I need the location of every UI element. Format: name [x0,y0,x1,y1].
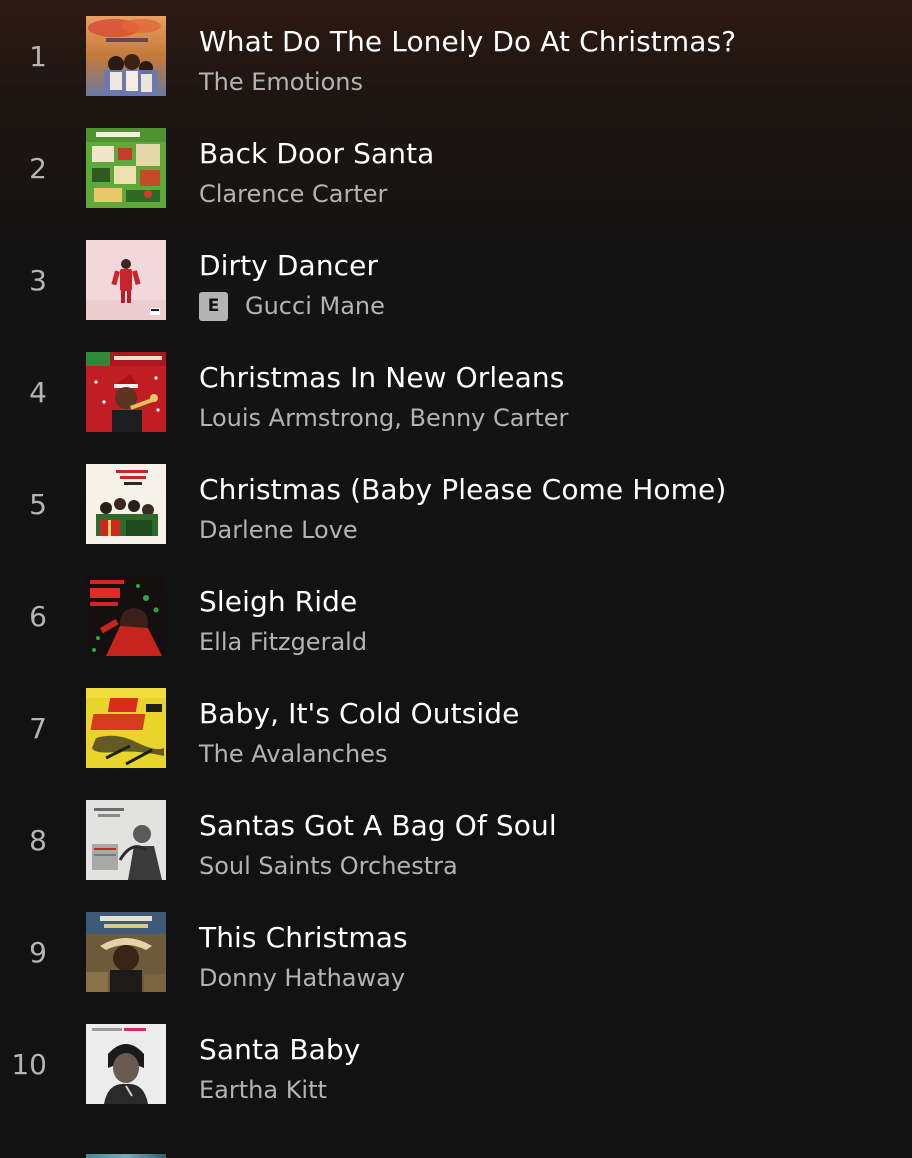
track-artist[interactable]: Clarence Carter [199,178,387,210]
track-number: 2 [29,152,47,185]
track-number: 8 [29,824,47,857]
track-artist-line: Soul Saints Orchestra [199,850,458,882]
track-artist[interactable]: Louis Armstrong, Benny Carter [199,402,568,434]
tracklist: 1 What Do The Lonely Do At Christmas? Th… [0,0,912,1158]
track-row-3[interactable]: 3 Dirty Dancer E Gucci Mane [0,224,912,336]
track-artist-line: Louis Armstrong, Benny Carter [199,402,568,434]
track-artist-line: Darlene Love [199,514,358,546]
track-artist[interactable]: The Avalanches [199,738,387,770]
track-title[interactable]: Back Door Santa [199,136,434,172]
track-number: 1 [29,40,47,73]
track-row-8[interactable]: 8 Santas Got A Bag Of Soul Soul Saints O… [0,784,912,896]
next-album-cover-peek[interactable] [86,1154,166,1158]
track-title[interactable]: Dirty Dancer [199,248,378,284]
album-cover-ski-surfin[interactable] [86,688,166,768]
track-artist-line: Eartha Kitt [199,1074,327,1106]
track-artist[interactable]: The Emotions [199,66,363,98]
track-row-1[interactable]: 1 What Do The Lonely Do At Christmas? Th… [0,0,912,112]
explicit-badge: E [199,291,228,321]
album-art-image [86,16,166,96]
album-cover-soul-saints[interactable] [86,800,166,880]
track-number: 7 [29,712,47,745]
track-number: 6 [29,600,47,633]
album-cover-christmas-gift[interactable] [86,464,166,544]
album-art-image [86,128,166,208]
track-row-9[interactable]: 9 This Christmas Donny Hathaway [0,896,912,1008]
track-number: 4 [29,376,47,409]
track-row-2[interactable]: 2 Back Door Santa Clarence Carter [0,112,912,224]
track-artist-line: The Emotions [199,66,363,98]
album-cover-eartha-kitt[interactable] [86,1024,166,1104]
track-number: 5 [29,488,47,521]
track-artist[interactable]: Gucci Mane [245,290,385,322]
track-row-4[interactable]: 4 Christmas In New Orleans Louis Armstro… [0,336,912,448]
album-cover-christmas-soul-essentials[interactable] [86,576,166,656]
album-art-image [86,800,166,880]
album-art-image [86,240,166,320]
track-title[interactable]: Christmas In New Orleans [199,360,564,396]
track-artist-line: Donny Hathaway [199,962,405,994]
track-artist[interactable]: Ella Fitzgerald [199,626,367,658]
album-art-image [86,912,166,992]
album-art-image [86,464,166,544]
track-title[interactable]: This Christmas [199,920,408,956]
track-artist-line: The Avalanches [199,738,387,770]
track-number: 10 [11,1048,47,1081]
album-cover-sunshine[interactable] [86,16,166,96]
track-row-7[interactable]: 7 Baby, It's Cold Outside The Avalanches [0,672,912,784]
track-number: 3 [29,264,47,297]
album-cover-dirty-dancer[interactable] [86,240,166,320]
track-number: 9 [29,936,47,969]
track-title[interactable]: Santas Got A Bag Of Soul [199,808,557,844]
track-row-6[interactable]: 6 Sleigh Ride Ella Fitzgerald [0,560,912,672]
track-artist[interactable]: Eartha Kitt [199,1074,327,1106]
track-artist-line: Ella Fitzgerald [199,626,367,658]
track-title[interactable]: Christmas (Baby Please Come Home) [199,472,726,508]
track-artist-line: E Gucci Mane [199,290,385,322]
album-art-image [86,352,166,432]
album-cover-louis-armstrong-friends[interactable] [86,352,166,432]
album-art-image [86,576,166,656]
track-artist-line: Clarence Carter [199,178,387,210]
track-artist[interactable]: Darlene Love [199,514,358,546]
album-art-image [86,688,166,768]
track-title[interactable]: Sleigh Ride [199,584,357,620]
track-row-5[interactable]: 5 Christmas (Baby Please Come Home) Darl… [0,448,912,560]
track-artist[interactable]: Donny Hathaway [199,962,405,994]
album-cover-donny-hathaway[interactable] [86,912,166,992]
track-row-10[interactable]: 10 Santa Baby Eartha Kitt [0,1008,912,1120]
track-title[interactable]: Baby, It's Cold Outside [199,696,520,732]
album-art-image [86,1024,166,1104]
track-title[interactable]: What Do The Lonely Do At Christmas? [199,24,736,60]
album-cover-soul-christmas[interactable] [86,128,166,208]
track-artist[interactable]: Soul Saints Orchestra [199,850,458,882]
track-title[interactable]: Santa Baby [199,1032,360,1068]
